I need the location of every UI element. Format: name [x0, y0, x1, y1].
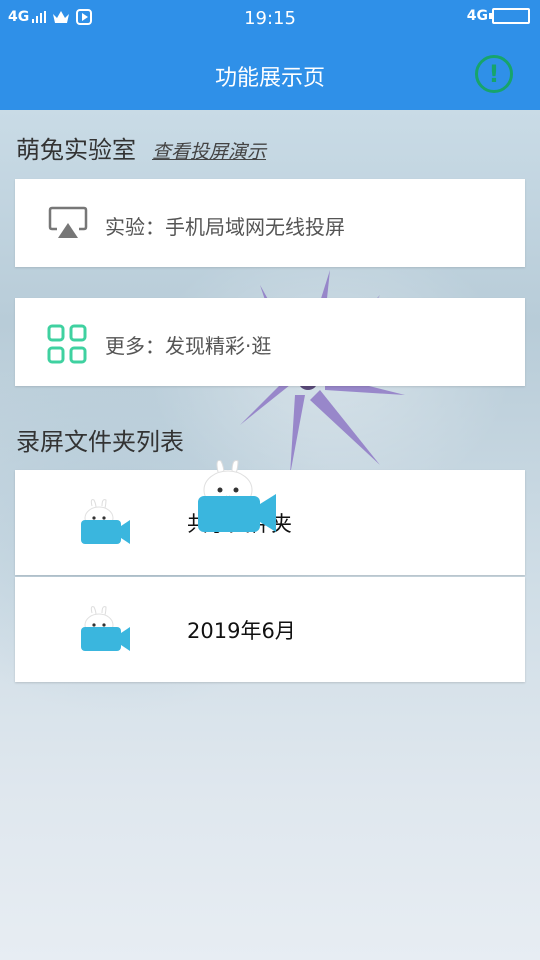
- floating-bunny-camera-icon[interactable]: [190, 458, 280, 538]
- folder-list-title: 录屏文件夹列表: [16, 428, 184, 456]
- discover-more-card[interactable]: 更多：发现精彩·逛: [15, 298, 525, 386]
- folder-name: 2019年6月: [187, 619, 296, 643]
- lab-title: 萌兔实验室: [16, 136, 136, 164]
- card-label-more: 更多：发现精彩·逛: [105, 334, 272, 358]
- folder-item-2019-06[interactable]: 2019年6月: [15, 577, 525, 682]
- battery-icon: [489, 8, 530, 24]
- card-label-experiment: 实验：手机局域网无线投屏: [105, 215, 345, 239]
- info-icon[interactable]: !: [475, 55, 513, 93]
- clock: 19:15: [244, 8, 296, 29]
- bunny-camera-icon: [81, 499, 130, 544]
- page-title: 功能展示页: [214, 66, 325, 91]
- screencast-experiment-card[interactable]: 实验：手机局域网无线投屏: [15, 179, 525, 267]
- bunny-camera-icon: [81, 606, 130, 651]
- grid-apps-icon: [47, 324, 87, 364]
- airplay-icon: [48, 206, 88, 238]
- app-bar: 功能展示页 !: [0, 38, 540, 110]
- screencast-demo-link[interactable]: 查看投屏演示: [152, 137, 266, 164]
- lab-header: 萌兔实验室 查看投屏演示: [16, 130, 266, 165]
- status-bar: 4G 19:15 4G: [0, 0, 540, 38]
- status-right: 4G: [467, 8, 530, 24]
- network-type-right: 4G: [466, 8, 488, 24]
